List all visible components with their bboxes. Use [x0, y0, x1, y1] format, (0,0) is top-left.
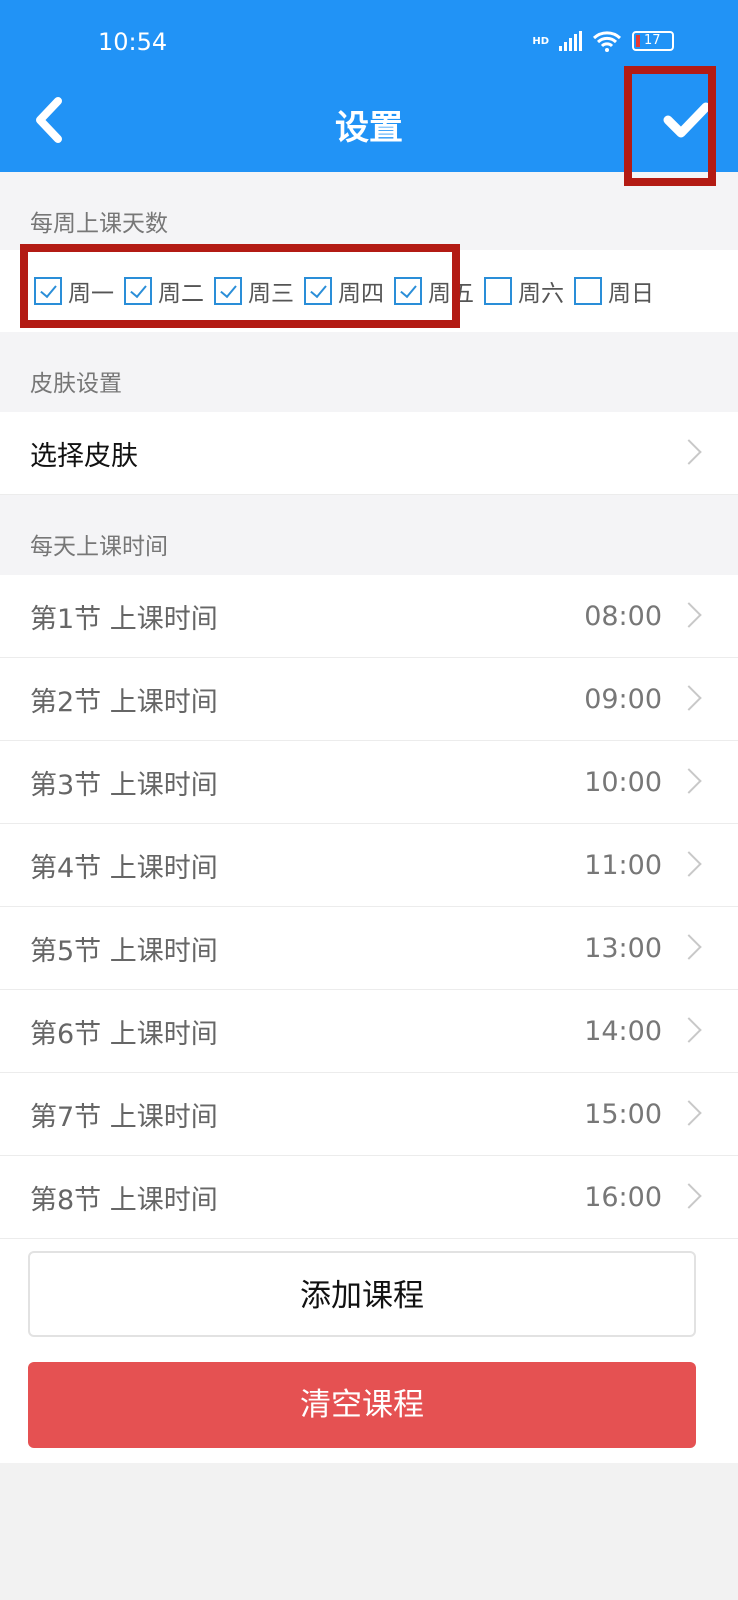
select-skin-label: 选择皮肤	[30, 440, 138, 472]
battery-level: 17	[644, 33, 661, 48]
network-type: HD	[532, 35, 549, 47]
battery-icon: 17	[632, 31, 674, 51]
checkbox[interactable]	[484, 277, 512, 305]
add-course-button[interactable]: 添加课程	[28, 1251, 696, 1337]
day-label: 周六	[518, 281, 564, 307]
section-class-times: 每天上课时间	[0, 495, 738, 575]
class-label: 第2节 上课时间	[30, 686, 218, 718]
annotation-box-confirm	[624, 66, 716, 186]
class-time-value: 11:00	[584, 849, 662, 881]
day-label: 周日	[608, 281, 654, 307]
day-checkbox-6[interactable]: 周日	[574, 274, 654, 308]
signal-icon	[559, 31, 582, 51]
chevron-right-icon	[676, 1183, 702, 1209]
chevron-right-icon	[676, 768, 702, 794]
chevron-right-icon	[676, 1100, 702, 1126]
skin-list: 选择皮肤	[0, 412, 738, 495]
day-checkbox-5[interactable]: 周六	[484, 274, 564, 308]
class-label: 第5节 上课时间	[30, 935, 218, 967]
section-skin: 皮肤设置	[0, 332, 738, 412]
class-time-row[interactable]: 第6节 上课时间 14:00	[0, 990, 738, 1073]
class-label: 第1节 上课时间	[30, 603, 218, 635]
chevron-right-icon	[676, 685, 702, 711]
class-label: 第7节 上课时间	[30, 1101, 218, 1133]
class-time-row[interactable]: 第1节 上课时间 08:00	[0, 575, 738, 658]
status-time: 10:54	[98, 28, 168, 56]
chevron-right-icon	[676, 851, 702, 877]
chevron-right-icon	[676, 934, 702, 960]
clear-courses-button[interactable]: 清空课程	[28, 1362, 696, 1448]
class-time-row[interactable]: 第4节 上课时间 11:00	[0, 824, 738, 907]
class-label: 第6节 上课时间	[30, 1018, 218, 1050]
class-label: 第4节 上课时间	[30, 852, 218, 884]
class-time-row[interactable]: 第8节 上课时间 16:00	[0, 1156, 738, 1239]
class-time-row[interactable]: 第5节 上课时间 13:00	[0, 907, 738, 990]
chevron-right-icon	[676, 1017, 702, 1043]
class-time-value: 16:00	[584, 1181, 662, 1213]
class-time-row[interactable]: 第3节 上课时间 10:00	[0, 741, 738, 824]
status-icons: HD 17	[532, 30, 674, 52]
select-skin-item[interactable]: 选择皮肤	[0, 412, 738, 495]
class-time-value: 08:00	[584, 600, 662, 632]
class-time-value: 15:00	[584, 1098, 662, 1130]
annotation-box-days	[20, 244, 460, 328]
class-label: 第3节 上课时间	[30, 769, 218, 801]
class-time-value: 09:00	[584, 683, 662, 715]
checkbox[interactable]	[574, 277, 602, 305]
class-time-row[interactable]: 第2节 上课时间 09:00	[0, 658, 738, 741]
chevron-right-icon	[676, 439, 702, 465]
chevron-right-icon	[676, 602, 702, 628]
class-time-value: 14:00	[584, 1015, 662, 1047]
class-time-value: 13:00	[584, 932, 662, 964]
class-time-value: 10:00	[584, 766, 662, 798]
wifi-icon	[592, 31, 622, 52]
class-label: 第8节 上课时间	[30, 1184, 218, 1216]
class-time-row[interactable]: 第7节 上课时间 15:00	[0, 1073, 738, 1156]
